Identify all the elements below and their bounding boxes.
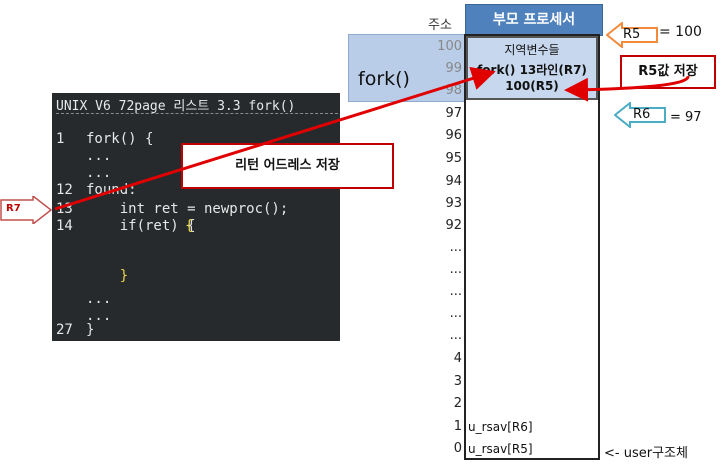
return-address-arrow (54, 66, 496, 211)
arrow-layer (54, 66, 690, 211)
r5-save-arrow (564, 75, 690, 102)
